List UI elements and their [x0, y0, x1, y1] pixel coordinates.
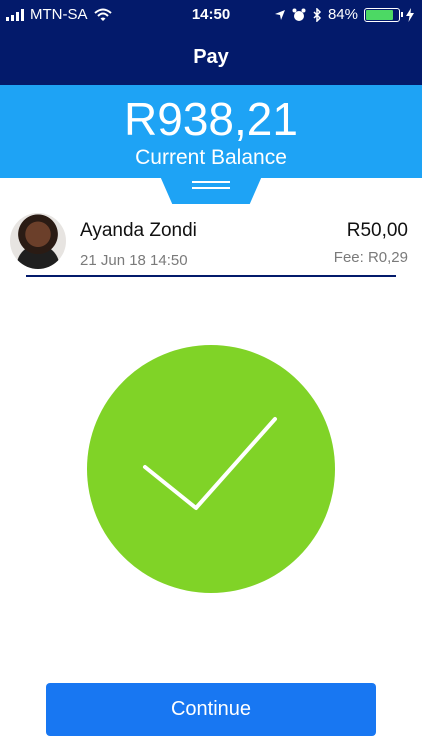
status-bar: MTN-SA 14:50 84% [0, 0, 422, 30]
bluetooth-icon [313, 7, 322, 22]
transaction-item: Ayanda Zondi 21 Jun 18 14:50 R50,00 Fee:… [0, 205, 422, 280]
balance-panel: R938,21 Current Balance [0, 85, 422, 178]
location-icon [274, 9, 285, 20]
alarm-icon [292, 8, 306, 21]
continue-button[interactable]: Continue [46, 683, 376, 736]
battery-percent: 84% [327, 6, 358, 23]
handle-line-icon [192, 187, 230, 189]
checkmark-icon [143, 417, 277, 510]
nav-bar: Pay [0, 30, 422, 85]
avatar [10, 213, 66, 269]
charging-icon [406, 7, 414, 22]
battery-icon [364, 7, 403, 22]
balance-amount: R938,21 [124, 93, 298, 145]
transaction-amount: R50,00 [346, 220, 408, 241]
transaction-fee: Fee: R0,29 [333, 249, 408, 266]
handle-line-icon [192, 181, 230, 183]
status-bar-right: 84% [274, 6, 414, 23]
success-indicator [87, 345, 335, 593]
page-title: Pay [193, 46, 229, 68]
recipient-name: Ayanda Zondi [80, 220, 197, 241]
transaction-date: 21 Jun 18 14:50 [80, 252, 188, 269]
battery-fill [366, 9, 393, 20]
balance-drawer-handle[interactable] [160, 176, 262, 204]
balance-label: Current Balance [135, 146, 287, 169]
divider [26, 275, 396, 277]
